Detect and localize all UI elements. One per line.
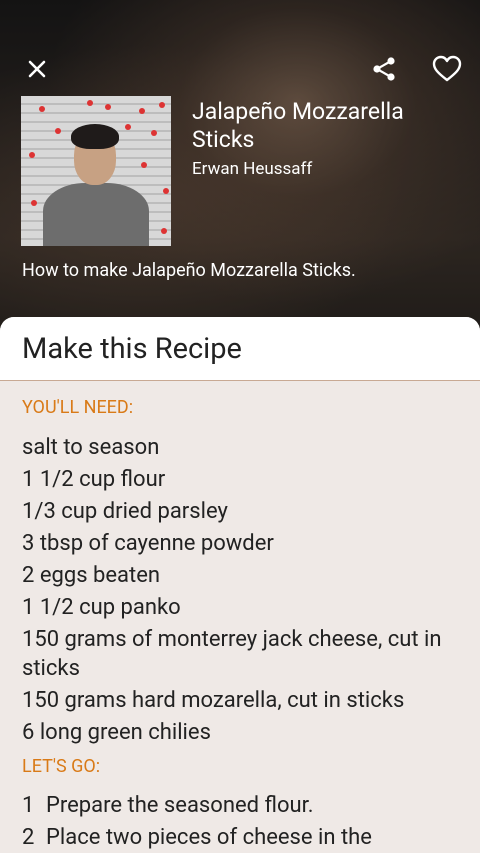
heart-icon	[432, 55, 462, 82]
ingredient-item: 2 eggs beaten	[22, 563, 161, 588]
recipe-card: Make this Recipe YOU'LL NEED: salt to se…	[0, 317, 480, 853]
share-icon	[373, 57, 395, 81]
step-text: Place two pieces of cheese in the	[46, 825, 372, 850]
step-number: 2	[22, 825, 35, 850]
author-avatar[interactable]	[21, 96, 171, 246]
step-item: 1 Prepare the seasoned flour.	[22, 791, 462, 820]
step-item: 2 Place two pieces of cheese in the	[22, 823, 462, 852]
ingredient-item: 1 1/2 cup panko	[22, 595, 181, 620]
ingredient-item: 150 grams of monterrey jack cheese, cut …	[22, 627, 442, 681]
favorite-button[interactable]	[423, 45, 471, 93]
share-button[interactable]	[360, 45, 408, 93]
step-number: 1	[22, 793, 35, 818]
steps-heading: LET'S GO:	[22, 756, 101, 777]
ingredient-item: 150 grams hard mozarella, cut in sticks	[22, 688, 405, 713]
steps-list: 1 Prepare the seasoned flour. 2 Place tw…	[22, 791, 462, 853]
recipe-description: How to make Jalapeño Mozzarella Sticks.	[22, 260, 356, 281]
ingredient-item: 3 tbsp of cayenne powder	[22, 531, 274, 556]
ingredient-item: salt to season	[22, 435, 160, 460]
author-name[interactable]: Erwan Heussaff	[192, 159, 312, 179]
ingredients-heading: YOU'LL NEED:	[22, 397, 134, 418]
close-button[interactable]	[13, 45, 61, 93]
ingredients-list: salt to season 1 1/2 cup flour 1/3 cup d…	[22, 433, 462, 750]
close-icon	[28, 60, 46, 78]
ingredient-item: 1/3 cup dried parsley	[22, 499, 228, 524]
ingredient-item: 1 1/2 cup flour	[22, 467, 166, 492]
card-title: Make this Recipe	[0, 317, 480, 381]
recipe-title: Jalapeño Mozzarella Sticks	[192, 98, 404, 153]
step-text: Prepare the seasoned flour.	[46, 793, 314, 818]
ingredient-item: 6 long green chilies	[22, 720, 211, 745]
